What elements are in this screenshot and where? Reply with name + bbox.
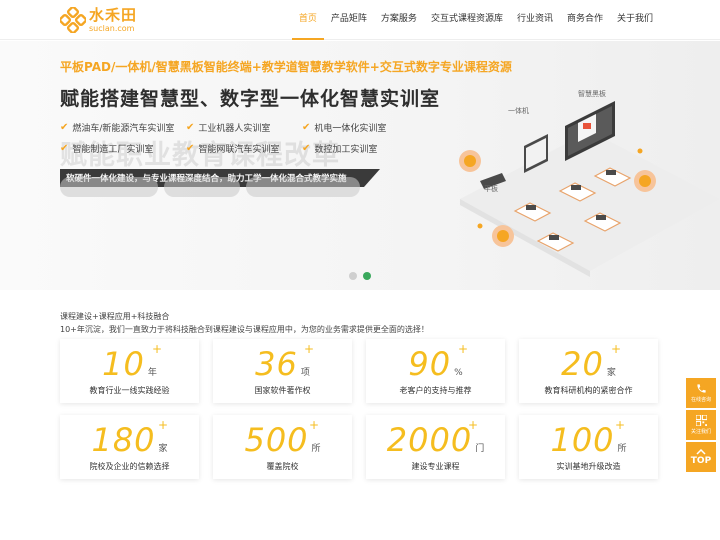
site-header: 水禾田 suclan.com 首页 产品矩阵 方案服务 交互式课程资源库 行业资… [0,0,720,40]
intro-title: 课程建设+课程应用+科技融合 [60,312,170,321]
banner-feature: ✔ 数控加工实训室 [302,143,378,155]
banner-pill [246,177,360,197]
stat-number: 2000 [386,421,473,459]
stat-number: 500 [244,421,309,459]
stat-plus: + [158,418,169,432]
stat-card: 100 所 + 实训基地升级改造 [519,415,658,479]
nav-item-products[interactable]: 产品矩阵 [324,0,374,40]
stat-label: 覆盖院校 [266,462,299,471]
stat-number: 10 [102,345,145,383]
carousel-dot-active[interactable] [363,272,371,280]
check-icon: ✔ [302,122,311,133]
stat-unit: % [454,368,463,378]
arrow-up-icon [696,448,706,455]
stat-unit: 年 [147,368,157,378]
stat-plus: + [611,342,622,356]
illustration-label: 一体机 [508,107,529,115]
main-nav: 首页 产品矩阵 方案服务 交互式课程资源库 行业资讯 商务合作 关于我们 [291,0,660,40]
stat-number: 36 [255,345,298,383]
stat-card: 180 家 + 院校及企业的信赖选择 [60,415,199,479]
banner-feature: ✔ 工业机器人实训室 [186,122,271,134]
hero-banner[interactable]: 赋能职业教育课程改革 平板PAD/一体机/智慧黑板智能终端+教学道智慧教学软件+… [0,41,720,290]
stat-label: 教育科研机构的紧密合作 [544,386,633,395]
stat-card: 2000 门 + 建设专业课程 [366,415,505,479]
intro-description: 10+年沉淀，我们一直致力于将科技融合到课程建设与课程应用中，为您的业务需求提供… [60,325,429,334]
stat-card: 500 所 + 覆盖院校 [213,415,352,479]
follow-us-label: 关注我们 [690,429,711,435]
carousel-dot[interactable] [349,272,357,280]
stat-number: 100 [550,421,615,459]
banner-feature: ✔ 机电一体化实训室 [302,122,387,134]
nav-item-about[interactable]: 关于我们 [610,0,660,40]
logo-mark-icon [58,5,88,35]
stat-label: 教育行业一线实践经验 [89,386,170,395]
stat-label: 实训基地升级改造 [556,462,621,471]
carousel-dots [349,272,377,280]
stat-number: 20 [561,345,604,383]
online-consult-label: 在线咨询 [690,397,711,403]
banner-feature: ✔ 燃油车/新能源汽车实训室 [60,122,175,134]
stat-label: 建设专业课程 [411,462,460,471]
banner-pill [60,177,158,197]
stat-unit: 家 [606,368,616,378]
online-consult-button[interactable]: 在线咨询 [686,378,716,408]
check-icon: ✔ [302,143,311,154]
stat-plus: + [458,342,469,356]
nav-item-course-library[interactable]: 交互式课程资源库 [424,0,510,40]
logo-name: 水禾田 [89,5,138,24]
classroom-illustration: 智慧黑板 一体机 平板 [440,81,720,281]
illustration-label: 智慧黑板 [578,90,606,98]
stat-plus: + [309,418,320,432]
stat-plus: + [152,342,163,356]
check-icon: ✔ [60,122,69,133]
stat-unit: 项 [300,368,310,378]
nav-item-news[interactable]: 行业资讯 [510,0,560,40]
back-to-top-button[interactable]: TOP [686,442,716,472]
stat-unit: 家 [158,444,168,454]
check-icon: ✔ [60,143,69,154]
check-icon: ✔ [186,143,195,154]
stat-label: 老客户的支持与推荐 [399,386,472,395]
stat-card: 10 年 + 教育行业一线实践经验 [60,339,199,403]
nav-item-home[interactable]: 首页 [291,0,324,40]
follow-us-button[interactable]: 关注我们 [686,410,716,440]
logo[interactable]: 水禾田 suclan.com [58,5,138,35]
nav-item-solutions[interactable]: 方案服务 [374,0,424,40]
stat-unit: 所 [617,444,627,454]
stat-card: 20 家 + 教育科研机构的紧密合作 [519,339,658,403]
stat-number: 180 [91,421,156,459]
check-icon: ✔ [186,122,195,133]
stat-plus: + [468,418,479,432]
banner-pill [164,177,240,197]
illustration-label: 平板 [484,185,498,193]
stat-number: 90 [408,345,452,383]
banner-title: 赋能搭建智慧型、数字型一体化智慧实训室 [60,88,441,110]
logo-domain: suclan.com [89,23,135,33]
stat-card: 90% + 老客户的支持与推荐 [366,339,505,403]
banner-feature: ✔ 智能网联汽车实训室 [186,143,280,155]
stat-plus: + [615,418,626,432]
banner-subtitle: 平板PAD/一体机/智慧黑板智能终端+教学道智慧教学软件+交互式数字专业课程资源 [60,60,512,74]
back-to-top-label: TOP [690,455,712,466]
stat-label: 院校及企业的信赖选择 [89,462,170,471]
phone-icon [696,384,706,393]
stat-label: 国家软件著作权 [254,386,311,395]
stat-unit: 所 [311,444,321,454]
nav-item-business[interactable]: 商务合作 [560,0,610,40]
stat-unit: 门 [475,444,485,454]
banner-feature: ✔ 智能制造工厂实训室 [60,143,154,155]
stat-plus: + [304,342,315,356]
stat-card: 36 项 + 国家软件著作权 [213,339,352,403]
qrcode-icon [695,415,707,426]
